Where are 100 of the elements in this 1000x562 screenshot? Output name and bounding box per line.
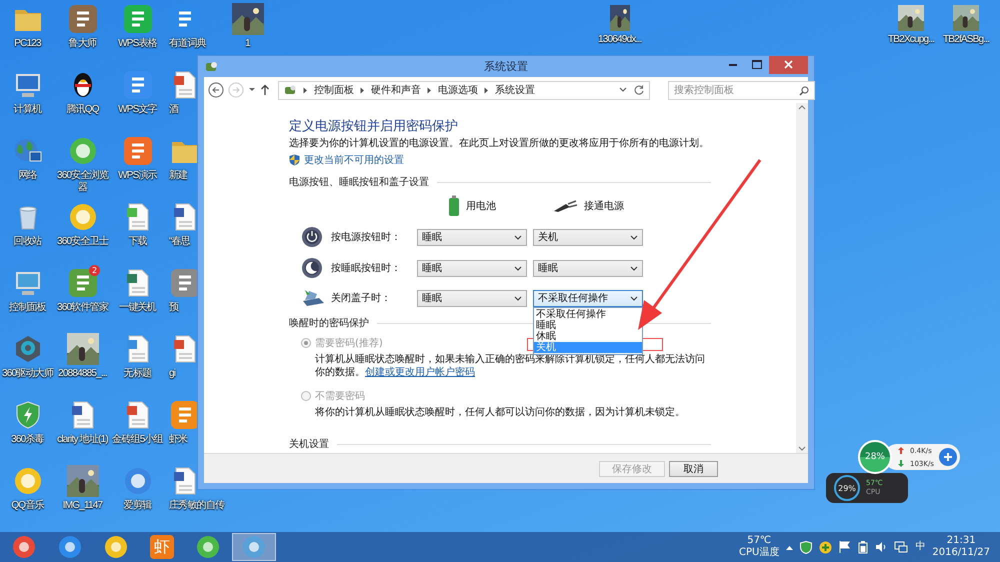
desktop-icon-label[interactable]: TB2fASBg... bbox=[943, 34, 990, 46]
setting-dropdown[interactable]: 睡眠 bbox=[417, 260, 527, 276]
battery-icon[interactable] bbox=[858, 540, 868, 554]
breadcrumb-item[interactable]: 控制面板 bbox=[314, 83, 354, 97]
app-icon bbox=[104, 535, 128, 559]
cpu-meter[interactable]: 28% bbox=[858, 440, 892, 474]
desktop-icon-label[interactable]: WPS表格 bbox=[118, 38, 157, 50]
refresh-icon bbox=[633, 84, 645, 96]
chevron-right-icon bbox=[427, 86, 432, 94]
search-icon bbox=[799, 86, 809, 96]
chevron-down-icon bbox=[630, 234, 638, 240]
desktop-icon-label[interactable]: 酒 bbox=[169, 104, 178, 116]
up-button[interactable] bbox=[260, 84, 270, 96]
chevron-right-icon bbox=[360, 86, 365, 94]
desktop-icon-label[interactable]: 鲁大师 bbox=[68, 38, 96, 50]
plug-icon bbox=[552, 199, 578, 213]
window-title: 系统设置 bbox=[484, 59, 528, 74]
clock-date[interactable]: 2016/11/27 bbox=[932, 547, 990, 559]
desktop-icon-label[interactable]: gi bbox=[169, 368, 176, 380]
chevron-down-icon bbox=[619, 87, 627, 93]
desktop-icon-label[interactable]: 360安全卫士 bbox=[56, 236, 108, 248]
desktop-icon-label[interactable]: 360软件管家 bbox=[56, 302, 108, 314]
show-hidden-icons-button[interactable] bbox=[786, 544, 794, 550]
desktop-icon-label[interactable]: 控制面板 bbox=[9, 302, 46, 314]
desktop-icon-label[interactable]: 庄秀敏的自传 bbox=[169, 500, 224, 512]
flag-icon[interactable] bbox=[839, 541, 852, 553]
desktop-icon-label[interactable]: 无标题 bbox=[124, 368, 152, 380]
breadcrumb-item[interactable]: 硬件和声音 bbox=[371, 83, 421, 97]
setting-dropdown[interactable]: 睡眠 bbox=[417, 290, 527, 306]
desktop-icon-label[interactable]: 130649dx... bbox=[598, 34, 642, 46]
desktop-icon-label[interactable]: 网络 bbox=[18, 170, 37, 182]
breadcrumb-item[interactable]: 系统设置 bbox=[495, 83, 535, 97]
cpu-temperature-label: CPU温度 bbox=[739, 547, 780, 559]
desktop-icon-label[interactable]: WPS演示 bbox=[118, 170, 157, 182]
setting-dropdown[interactable]: 睡眠 bbox=[417, 228, 527, 246]
close-icon bbox=[784, 60, 793, 69]
chevron-down-icon bbox=[630, 296, 638, 300]
back-button[interactable] bbox=[208, 82, 224, 98]
app-tile-icon bbox=[122, 135, 154, 167]
desktop-icon-label[interactable]: TB2Xcupg... bbox=[888, 34, 934, 46]
desktop-icon-label[interactable]: 一键关机 bbox=[119, 302, 156, 314]
breadcrumb-item[interactable]: 电源选项 bbox=[438, 83, 478, 97]
dropdown-option[interactable]: 不采取任何操作 bbox=[534, 308, 642, 320]
dropdown-option[interactable]: 休眠 bbox=[534, 330, 642, 342]
desktop-icon-label[interactable]: 下载 bbox=[128, 236, 147, 248]
chevron-down-icon bbox=[514, 234, 522, 240]
search-field[interactable]: 搜索控制面板 bbox=[668, 80, 815, 100]
desktop-icon-label[interactable]: 20884885_... bbox=[58, 368, 107, 380]
desktop-icon-label[interactable]: WPS文字 bbox=[118, 104, 157, 116]
input-method-button[interactable]: 中 bbox=[915, 541, 926, 553]
app-tile-icon bbox=[66, 267, 98, 299]
desktop-icon-label[interactable]: clarity 地址(1) bbox=[57, 434, 108, 446]
option-description: 将你的计算机从睡眠状态唤醒时，任何人都可以访问你的数据，因为计算机未锁定。 bbox=[315, 406, 686, 419]
desktop-icon-label[interactable]: 预 bbox=[169, 302, 178, 314]
desktop-icon-label[interactable]: QQ音乐 bbox=[11, 500, 44, 512]
desktop-icon-label[interactable]: 虾米 bbox=[169, 434, 188, 446]
speaker-icon[interactable] bbox=[875, 541, 888, 553]
setting-label: 按电源按钮时： bbox=[331, 230, 402, 244]
app-icon bbox=[58, 535, 82, 559]
page-description: 选择要为你的计算机设置的电源设置。在此页上对设置所做的更改将应用于你所有的电源计划。 bbox=[289, 137, 710, 150]
setting-dropdown[interactable]: 关机 bbox=[533, 228, 643, 246]
clock-time[interactable]: 21:31 bbox=[946, 535, 976, 547]
scroll-down-icon bbox=[798, 446, 806, 451]
tray-plus-icon[interactable] bbox=[819, 540, 832, 554]
dropdown-option[interactable]: 睡眠 bbox=[534, 320, 642, 330]
notification-badge: 2 bbox=[89, 265, 100, 276]
desktop-icon-label[interactable]: IMG_1147 bbox=[62, 500, 102, 512]
address-bar[interactable]: 控制面板 硬件和声音 电源选项 系统设置 bbox=[278, 80, 650, 100]
desktop-icon-label[interactable]: 360驱动大师 bbox=[2, 368, 54, 380]
setting-dropdown[interactable]: 睡眠 bbox=[533, 260, 643, 276]
network-icon[interactable] bbox=[894, 540, 908, 554]
setting-dropdown[interactable]: 不采取任何操作 bbox=[533, 290, 643, 306]
desktop-icon-label[interactable]: 360安全浏览器 bbox=[56, 170, 110, 194]
tray-shield-icon[interactable] bbox=[800, 540, 812, 554]
desktop-icon-label[interactable]: 360杀毒 bbox=[11, 434, 44, 446]
change-settings-link[interactable]: 更改当前不可用的设置 bbox=[304, 153, 404, 167]
column-header: 用电池 bbox=[466, 200, 496, 213]
desktop-icon-label[interactable]: 计算机 bbox=[14, 104, 42, 116]
desktop-icon-label[interactable]: 金砖组5小组 bbox=[112, 434, 163, 446]
history-dropdown-button[interactable] bbox=[248, 87, 256, 93]
chevron-down-icon bbox=[630, 266, 638, 270]
control-panel-icon bbox=[283, 84, 297, 96]
desktop-icon-label[interactable]: 新建 bbox=[169, 170, 188, 182]
desktop-icon-label[interactable]: 有道词典 bbox=[169, 38, 206, 50]
chevron-down-icon bbox=[514, 296, 522, 300]
cancel-button[interactable]: 取消 bbox=[669, 460, 718, 476]
dropdown-option[interactable]: 关机 bbox=[534, 342, 642, 352]
desktop-icon-label[interactable]: 1 bbox=[245, 38, 250, 50]
close-button[interactable] bbox=[769, 56, 808, 74]
desktop-icon-label[interactable]: 回收站 bbox=[14, 236, 42, 248]
add-button[interactable] bbox=[938, 448, 957, 466]
scrollbar[interactable] bbox=[796, 103, 808, 453]
app-icon bbox=[12, 535, 36, 559]
moon-icon bbox=[301, 257, 323, 279]
section-title: 关机设置 bbox=[289, 438, 329, 451]
desktop-icon-label[interactable]: PC123 bbox=[14, 38, 41, 50]
taskbar-app[interactable]: 虾 bbox=[140, 533, 184, 561]
desktop-icon-label[interactable]: 爱剪辑 bbox=[124, 500, 152, 512]
desktop-icon-label[interactable]: 腾讯QQ bbox=[66, 104, 99, 116]
desktop-icon-label[interactable]: “春思 bbox=[169, 236, 190, 248]
